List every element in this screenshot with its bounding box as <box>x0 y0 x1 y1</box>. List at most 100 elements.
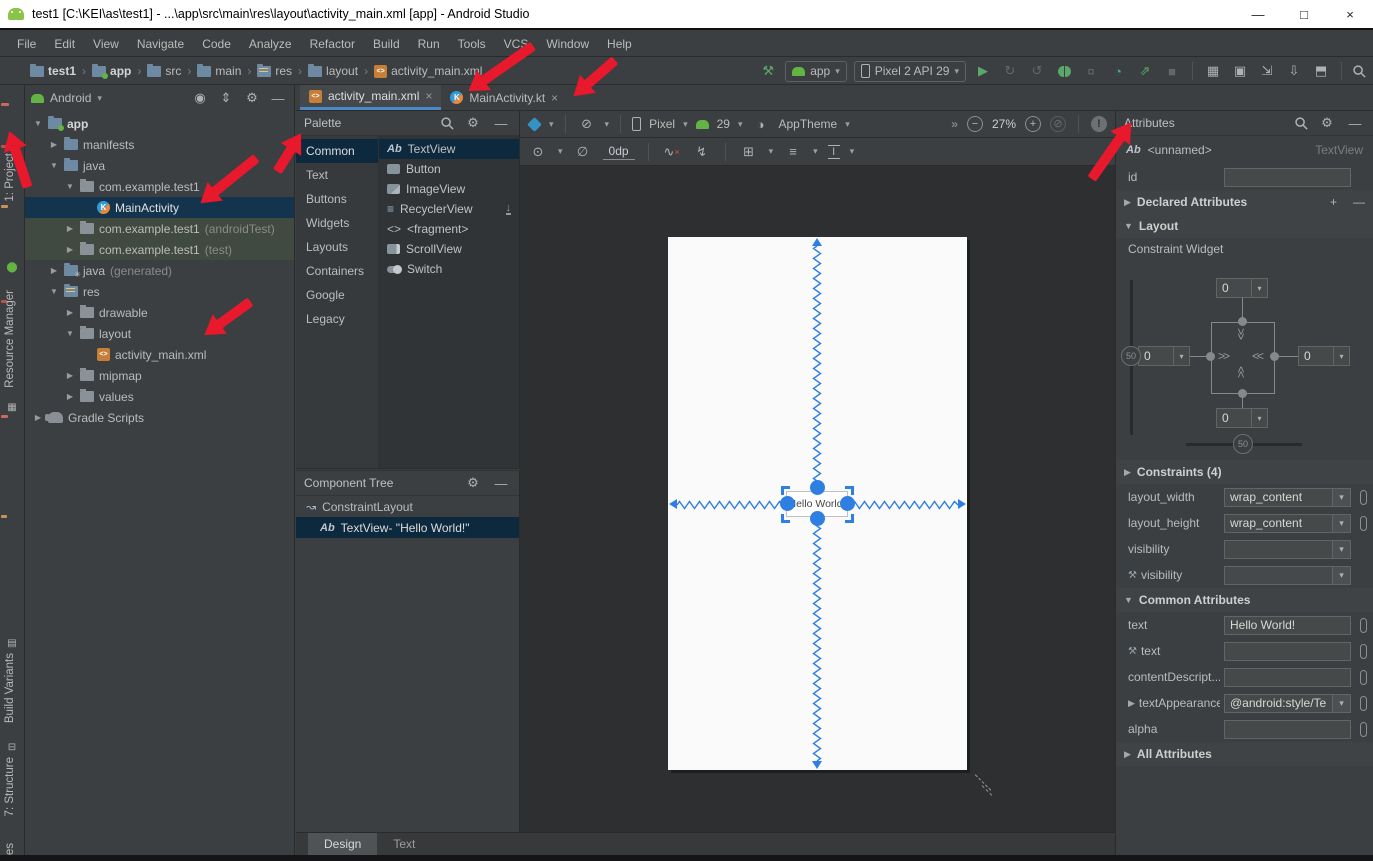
default-margin-selector[interactable]: 0dp <box>603 144 635 160</box>
tool-window-button-structure[interactable]: 7: Structure <box>4 757 16 816</box>
palette-category-containers[interactable]: Containers <box>296 259 378 283</box>
selection-corner-handle[interactable] <box>781 514 790 523</box>
constraint-handle-top[interactable] <box>1238 317 1247 326</box>
constraint-anchor-top[interactable] <box>810 480 825 495</box>
palette-category-widgets[interactable]: Widgets <box>296 211 378 235</box>
hide-panel-icon[interactable]: — <box>268 88 288 108</box>
constraint-anchor-bottom[interactable] <box>810 511 825 526</box>
layout-height-dropdown[interactable]: wrap_content▾ <box>1224 514 1351 533</box>
debug-button[interactable] <box>1054 61 1074 81</box>
orientation-icon[interactable]: ⊘ <box>577 114 597 134</box>
breadcrumb-main[interactable]: main <box>195 62 243 80</box>
constraint-handle-left[interactable] <box>1206 352 1215 361</box>
tree-row-manifests[interactable]: ▶manifests <box>25 134 294 155</box>
section-layout[interactable]: ▼Layout <box>1116 214 1373 238</box>
design-canvas[interactable]: Hello World! <box>520 167 1115 832</box>
breadcrumb-app[interactable]: app <box>90 62 133 80</box>
zoom-to-fit-button[interactable]: ⊘ <box>1050 116 1066 132</box>
tree-row-app[interactable]: ▼app <box>25 113 294 134</box>
collapse-all-icon[interactable]: ⇕ <box>216 88 236 108</box>
autoconnect-off-icon[interactable]: ∅ <box>573 142 593 162</box>
palette-item-switch[interactable]: Switch <box>379 259 519 279</box>
apply-changes-icon[interactable]: ↻ <box>1000 61 1020 81</box>
menu-code[interactable]: Code <box>193 34 240 54</box>
pick-resource-button[interactable] <box>1360 490 1367 505</box>
menu-refactor[interactable]: Refactor <box>301 34 364 54</box>
tools-visibility-dropdown[interactable]: ▾ <box>1224 566 1351 585</box>
id-input[interactable] <box>1224 168 1351 187</box>
tree-row-res[interactable]: ▼res <box>25 281 294 302</box>
sdk-manager-icon[interactable]: ⇩ <box>1284 61 1304 81</box>
horizontal-bias-value[interactable]: 50 <box>1233 434 1253 454</box>
menu-navigate[interactable]: Navigate <box>128 34 193 54</box>
menu-edit[interactable]: Edit <box>45 34 84 54</box>
guideline-icon[interactable]: I <box>828 145 840 159</box>
design-blueprint-mode-icon[interactable] <box>527 117 542 132</box>
gear-icon[interactable]: ⚙ <box>1317 113 1337 133</box>
tool-window-button-build-variants[interactable]: Build Variants <box>4 653 16 723</box>
tree-row-gradle-scripts[interactable]: ▶Gradle Scripts <box>25 407 294 428</box>
breadcrumb-project[interactable]: test1 <box>28 62 78 80</box>
margin-top-dropdown[interactable]: 0▾ <box>1216 278 1268 298</box>
zoom-out-button[interactable]: − <box>967 116 983 132</box>
pick-resource-button[interactable] <box>1360 722 1367 737</box>
pick-resource-button[interactable] <box>1360 516 1367 531</box>
infer-constraints-icon[interactable]: ↯ <box>692 142 712 162</box>
section-constraints[interactable]: ▶Constraints (4) <box>1116 460 1373 484</box>
hide-panel-icon[interactable]: — <box>1345 113 1365 133</box>
project-settings-gear-icon[interactable]: ⚙ <box>242 88 262 108</box>
tool-window-button-resource-manager[interactable]: Resource Manager <box>4 290 16 388</box>
close-tab-icon[interactable]: × <box>425 89 432 103</box>
add-attribute-button[interactable]: + <box>1330 195 1337 209</box>
project-view-selector[interactable]: Android <box>50 91 91 105</box>
text-input[interactable]: Hello World! <box>1224 616 1351 635</box>
profiler-icon[interactable]: ◔ <box>1108 61 1128 81</box>
palette-category-text[interactable]: Text <box>296 163 378 187</box>
build-hammer-icon[interactable]: ⚒ <box>758 61 778 81</box>
palette-item-imageview[interactable]: ImageView <box>379 179 519 199</box>
search-icon[interactable] <box>440 116 455 131</box>
gear-icon[interactable]: ⚙ <box>463 113 483 133</box>
menu-analyze[interactable]: Analyze <box>240 34 301 54</box>
window-close-button[interactable]: × <box>1327 7 1373 22</box>
selection-corner-handle[interactable] <box>845 486 854 495</box>
tree-row-values[interactable]: ▶values <box>25 386 294 407</box>
run-button[interactable]: ▶ <box>973 61 993 81</box>
menu-window[interactable]: Window <box>537 34 598 54</box>
run-configuration-dropdown[interactable]: app▾ <box>785 61 847 82</box>
pick-resource-button[interactable] <box>1360 696 1367 711</box>
margin-bottom-dropdown[interactable]: 0▾ <box>1216 408 1268 428</box>
run-anything-icon[interactable]: ▣ <box>1230 61 1250 81</box>
palette-item-button[interactable]: Button <box>379 159 519 179</box>
pick-resource-button[interactable] <box>1360 670 1367 685</box>
component-tree-textview[interactable]: AbTextView- "Hello World!" <box>296 517 519 538</box>
breadcrumb-layout[interactable]: layout <box>306 62 360 80</box>
palette-category-layouts[interactable]: Layouts <box>296 235 378 259</box>
tree-row-package[interactable]: ▼com.example.test1 <box>25 176 294 197</box>
hide-panel-icon[interactable]: — <box>491 113 511 133</box>
tab-activity-main-xml[interactable]: <> activity_main.xml × <box>300 85 441 110</box>
expand-icon[interactable]: ▶ <box>1128 698 1135 709</box>
hide-panel-icon[interactable]: — <box>491 473 511 493</box>
profile-app-icon[interactable]: ⇗ <box>1135 61 1155 81</box>
breadcrumb-res[interactable]: res <box>255 62 294 80</box>
remove-attribute-button[interactable]: — <box>1353 195 1365 209</box>
tab-mainactivity-kt[interactable]: K MainActivity.kt × <box>441 85 567 110</box>
issues-badge-icon[interactable]: ! <box>1091 116 1107 132</box>
api-level-dropdown[interactable]: 29 <box>717 117 730 131</box>
palette-item-scrollview[interactable]: ScrollView <box>379 239 519 259</box>
margin-left-dropdown[interactable]: 0▾ <box>1138 346 1190 366</box>
alpha-input[interactable] <box>1224 720 1351 739</box>
palette-category-buttons[interactable]: Buttons <box>296 187 378 211</box>
theme-dropdown[interactable]: AppTheme <box>779 117 838 131</box>
align-icon[interactable]: ≡ <box>783 142 803 162</box>
gear-icon[interactable]: ⚙ <box>463 473 483 493</box>
stop-button[interactable]: ■ <box>1162 61 1182 81</box>
vertical-bias-value[interactable]: 50 <box>1121 346 1141 366</box>
menu-file[interactable]: File <box>8 34 45 54</box>
device-file-explorer-icon[interactable]: ⬒ <box>1311 61 1331 81</box>
view-options-icon[interactable]: ⊙ <box>528 142 548 162</box>
section-all-attributes[interactable]: ▶All Attributes <box>1116 742 1373 766</box>
menu-run[interactable]: Run <box>409 34 449 54</box>
palette-category-legacy[interactable]: Legacy <box>296 307 378 331</box>
